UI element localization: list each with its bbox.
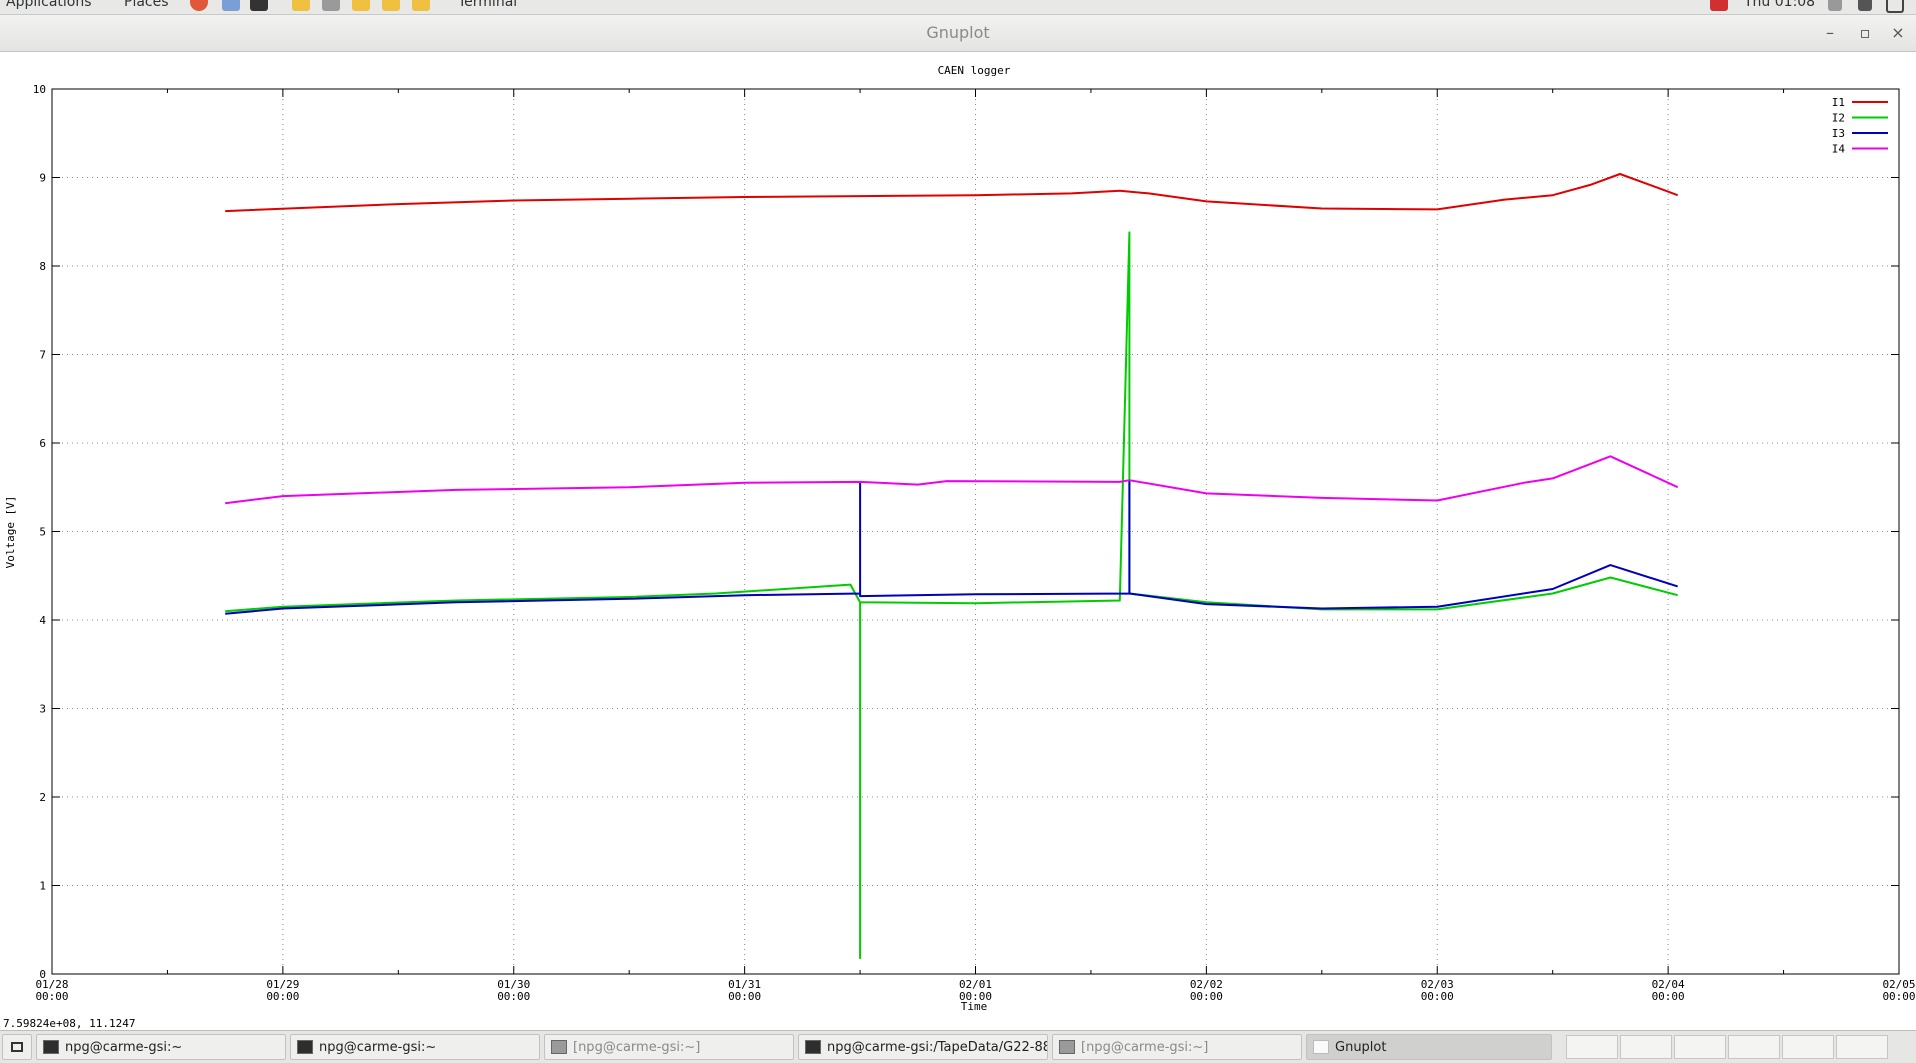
taskbar-item-label: npg@carme-gsi:/TapeData/G22-88 [827, 1039, 1048, 1055]
x-tick-label-time: 00:00 [728, 990, 761, 1003]
x-tick-label-time: 00:00 [1421, 990, 1454, 1003]
x-tick-label-time: 00:00 [1652, 990, 1685, 1003]
window-titlebar[interactable]: Gnuplot – ▫ × [0, 15, 1916, 52]
x-tick-label-time: 00:00 [497, 990, 530, 1003]
folder-launcher-icon-2[interactable] [352, 0, 370, 11]
minimize-button[interactable]: – [1820, 23, 1840, 42]
series-line-i1 [225, 173, 1679, 213]
terminal-icon [805, 1040, 821, 1054]
gnuplot-chart[interactable]: 01234567891001/2800:0001/2900:0001/3000:… [0, 52, 1916, 1028]
y-tick-label: 5 [39, 526, 46, 539]
axis-layer: 01234567891001/2800:0001/2900:0001/3000:… [33, 83, 1916, 1003]
workspace-3[interactable] [1674, 1035, 1726, 1059]
terminal-menu[interactable]: Terminal [458, 0, 517, 10]
workspace-2[interactable] [1620, 1035, 1672, 1059]
y-tick-label: 1 [39, 880, 46, 893]
legend-label-i4: I4 [1832, 143, 1846, 156]
folder-launcher-icon-3[interactable] [382, 0, 400, 11]
x-tick-label-time: 00:00 [1190, 990, 1223, 1003]
firefox-icon[interactable] [190, 0, 208, 11]
window-title: Gnuplot [926, 23, 990, 42]
y-tick-label: 2 [39, 791, 46, 804]
notification-icon[interactable] [1710, 0, 1728, 11]
y-tick-label: 8 [39, 260, 46, 273]
taskbar-item-terminal-3[interactable]: [npg@carme-gsi:~] [544, 1034, 794, 1060]
series-layer [225, 173, 1679, 960]
workspace-4[interactable] [1728, 1035, 1780, 1059]
y-tick-label: 7 [39, 349, 46, 362]
y-tick-label: 4 [39, 614, 46, 627]
y-tick-label: 6 [39, 437, 46, 450]
y-axis-label: Voltage [V] [4, 496, 17, 569]
applications-menu[interactable]: Applications [6, 0, 92, 10]
folder-launcher-icon-4[interactable] [412, 0, 430, 11]
network-icon[interactable] [1828, 0, 1842, 11]
folder-launcher-icon[interactable] [292, 0, 310, 11]
x-tick-label-time: 00:00 [266, 990, 299, 1003]
maximize-button[interactable]: ▫ [1855, 23, 1875, 42]
terminal-icon [551, 1040, 567, 1054]
gnuplot-icon [1313, 1040, 1329, 1054]
taskbar-item-label: [npg@carme-gsi:~] [1081, 1039, 1209, 1055]
taskbar-item-gnuplot[interactable]: Gnuplot [1306, 1034, 1552, 1060]
clock[interactable]: Thu 01:08 [1744, 0, 1815, 10]
plot-area[interactable]: 0 1 2 3 4 5 6 7 8 9 10 01/28 00:00 01/29 00:00 01/30 00:… [0, 52, 1916, 1030]
terminal-launcher-icon[interactable] [250, 0, 268, 11]
x-tick-label-time: 00:00 [1882, 990, 1915, 1003]
grid-layer [52, 89, 1899, 974]
places-menu[interactable]: Places [124, 0, 169, 10]
workspace-5[interactable] [1782, 1035, 1834, 1059]
taskbar-item-terminal-2[interactable]: npg@carme-gsi:~ [290, 1034, 540, 1060]
top-panel: Applications Places Terminal Thu 01:08 [0, 0, 1916, 15]
power-icon[interactable] [1886, 0, 1904, 13]
x-tick-label-time: 00:00 [35, 990, 68, 1003]
taskbar-item-terminal-1[interactable]: npg@carme-gsi:~ [36, 1034, 286, 1060]
mouse-coordinate-readout: 7.59824e+08, 11.1247 [3, 1017, 136, 1030]
y-tick-label: 3 [39, 703, 46, 716]
show-desktop-button[interactable] [2, 1034, 32, 1060]
terminal-icon [297, 1040, 313, 1054]
taskbar-item-label: npg@carme-gsi:~ [65, 1039, 183, 1055]
legend-label-i1: I1 [1832, 96, 1845, 109]
workspace-6[interactable] [1836, 1035, 1888, 1059]
screenshot-icon[interactable] [322, 0, 340, 11]
plot-border [51, 88, 1900, 975]
series-line-i4 [225, 455, 1679, 505]
taskbar-item-label: [npg@carme-gsi:~] [573, 1039, 701, 1055]
workspace-1[interactable] [1566, 1035, 1618, 1059]
taskbar: npg@carme-gsi:~ npg@carme-gsi:~ [npg@car… [0, 1030, 1916, 1063]
series-line-i3 [225, 480, 1679, 615]
terminal-icon [43, 1040, 59, 1054]
file-manager-icon[interactable] [222, 0, 240, 11]
y-tick-label: 9 [39, 172, 46, 185]
taskbar-item-label: npg@carme-gsi:~ [319, 1039, 437, 1055]
chart-title: CAEN logger [938, 64, 1011, 77]
legend-label-i3: I3 [1832, 127, 1845, 140]
taskbar-item-terminal-tapedata[interactable]: npg@carme-gsi:/TapeData/G22-88 [798, 1034, 1048, 1060]
taskbar-item-label: Gnuplot [1335, 1039, 1387, 1055]
terminal-icon [1059, 1040, 1075, 1054]
x-axis-label: Time [961, 1000, 988, 1013]
legend: I1 I2 I3 I4 [1832, 96, 1888, 156]
y-tick-label: 10 [33, 83, 46, 96]
show-desktop-icon [11, 1042, 23, 1052]
legend-label-i2: I2 [1832, 112, 1845, 125]
close-button[interactable]: × [1888, 23, 1908, 42]
volume-mute-icon[interactable] [1858, 0, 1872, 11]
taskbar-item-terminal-5[interactable]: [npg@carme-gsi:~] [1052, 1034, 1302, 1060]
